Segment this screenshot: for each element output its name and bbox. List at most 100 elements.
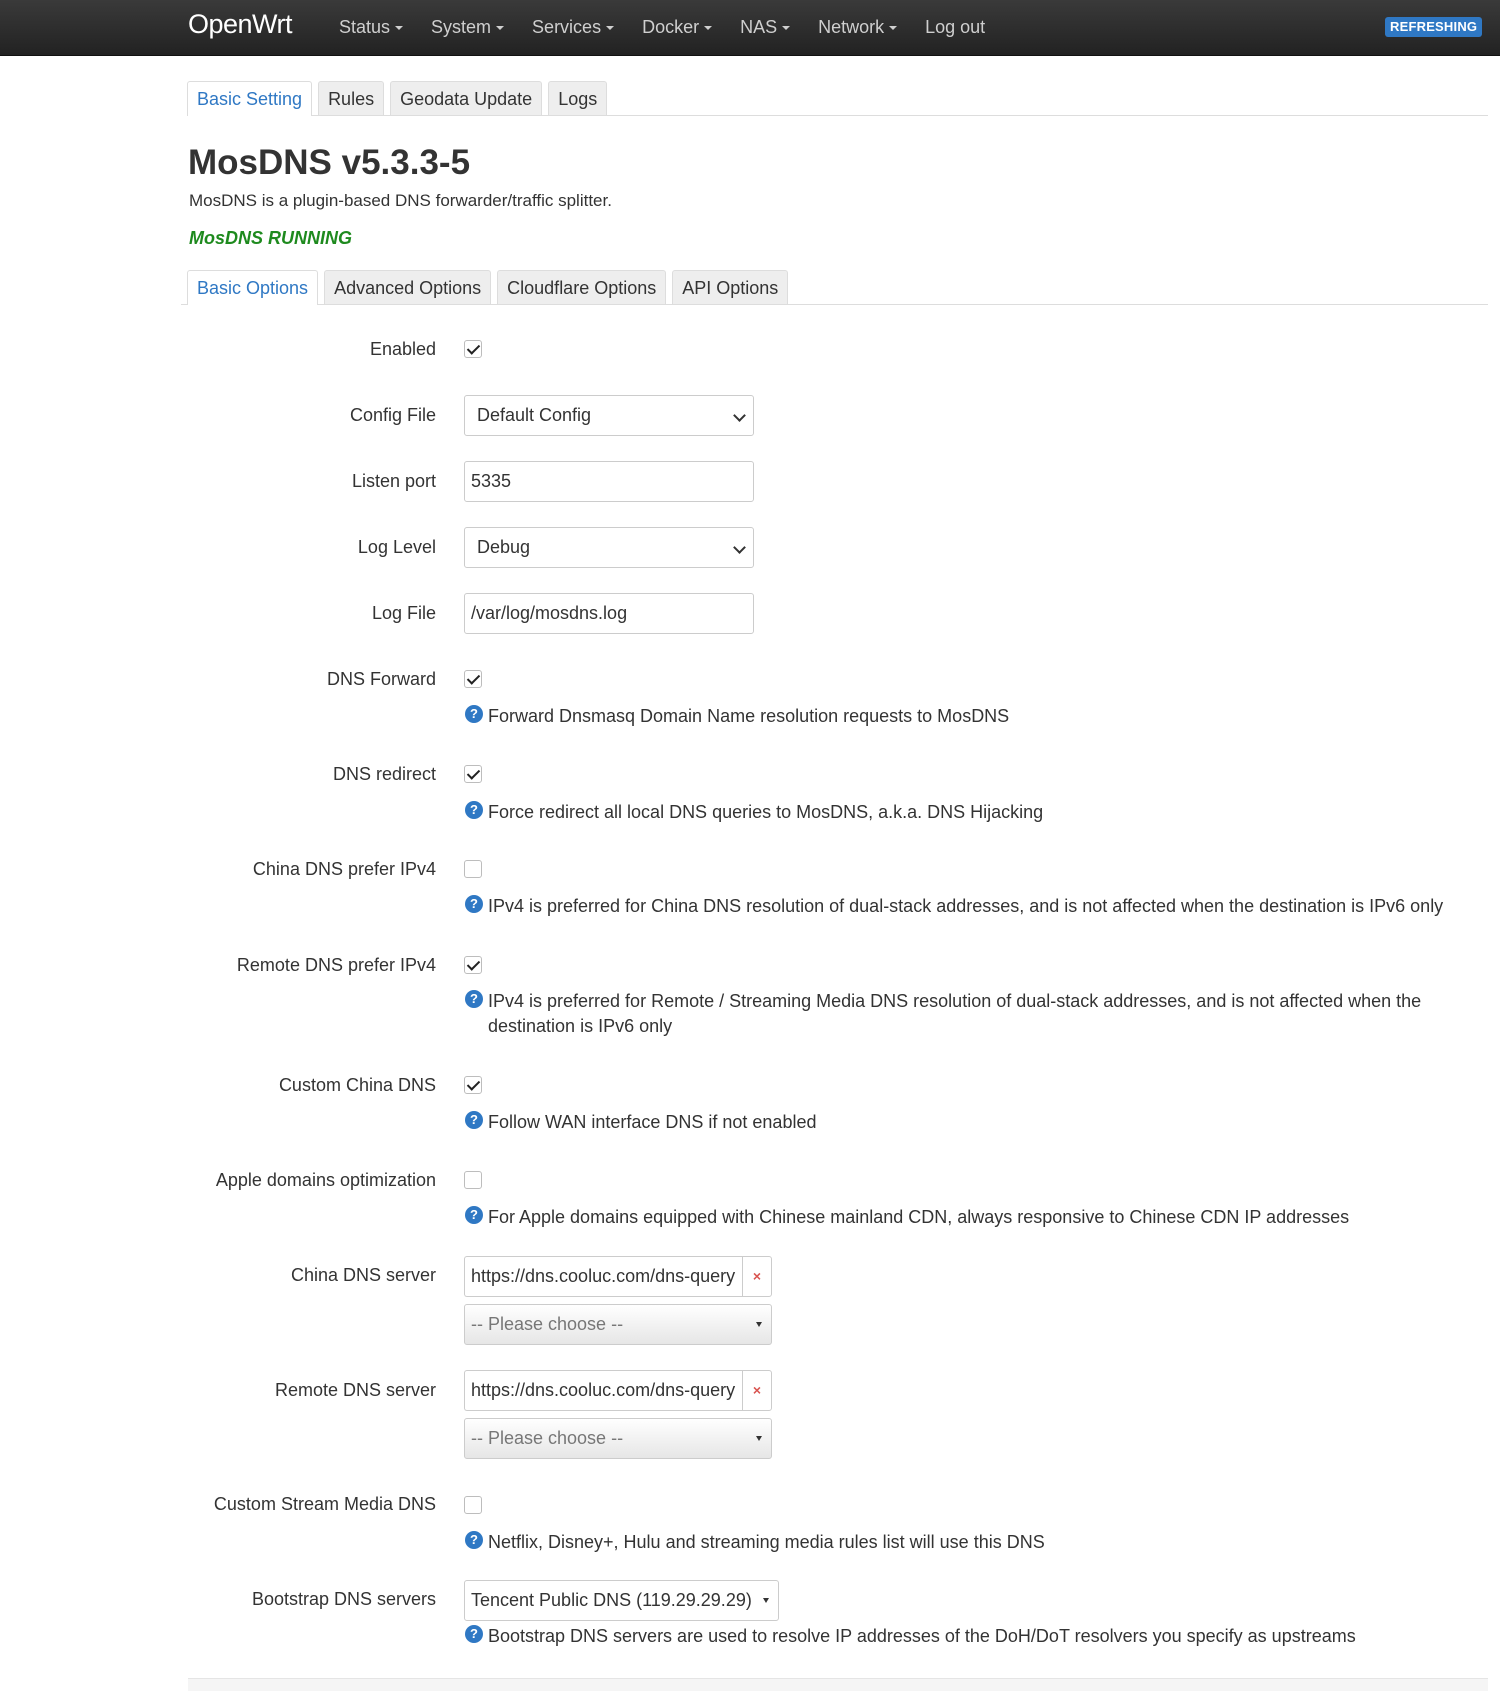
dns-redirect-help: ? Force redirect all local DNS queries t… [465,800,1465,825]
stream-dns-label: Custom Stream Media DNS [213,1494,436,1514]
caret-down-icon [395,26,404,31]
bootstrap-dns-help-text: Bootstrap DNS servers are used to resolv… [488,1626,1356,1646]
remote-dns-server-label: Remote DNS server [274,1380,436,1400]
apple-opt-help: ? For Apple domains equipped with Chines… [465,1205,1465,1230]
caret-down-icon [704,26,713,31]
dns-forward-help-text: Forward Dnsmasq Domain Name resolution r… [488,706,1010,726]
dns-forward-help: ? Forward Dnsmasq Domain Name resolution… [465,704,1465,729]
top-tabs: Basic Setting Rules Geodata Update Logs [187,81,1488,116]
custom-china-dns-help-text: Follow WAN interface DNS if not enabled [488,1112,817,1132]
china-dns-remove-button[interactable]: × [742,1256,772,1297]
china-ipv4-checkbox[interactable] [464,860,482,878]
brand-logo[interactable]: OpenWrt [188,9,293,40]
remote-dns-remove-button[interactable]: × [742,1370,772,1411]
help-icon: ? [465,801,483,819]
apple-opt-help-text: For Apple domains equipped with Chinese … [488,1207,1350,1227]
menu-docker-label: Docker [642,17,700,37]
config-file-label: Config File [349,405,436,425]
log-level-value: Debug [477,537,531,557]
menu-system[interactable]: System [431,0,505,55]
china-dns-server-label: China DNS server [290,1265,436,1285]
remote-ipv4-help-text: IPv4 is preferred for Remote / Streaming… [488,991,1422,1036]
caret-down-icon [606,26,615,31]
custom-china-dns-label: Custom China DNS [278,1075,436,1095]
menu-nas[interactable]: NAS [740,0,791,55]
menu-services[interactable]: Services [532,0,615,55]
top-navbar: OpenWrt Status System Services Docker NA… [0,0,1500,56]
menu-network[interactable]: Network [818,0,898,55]
menu-network-label: Network [818,17,885,37]
remote-ipv4-checkbox[interactable] [464,956,482,974]
remote-ipv4-label: Remote DNS prefer IPv4 [236,955,436,975]
help-icon: ? [465,1625,483,1643]
help-icon: ? [465,705,483,723]
config-file-select[interactable]: Default Config [464,395,754,436]
options-tabs: Basic Options Advanced Options Cloudflar… [181,270,1488,305]
china-dns-choose-label: -- Please choose -- [471,1314,624,1334]
dns-forward-label: DNS Forward [326,669,436,689]
log-level-select[interactable]: Debug [464,527,754,568]
menu-status-label: Status [339,17,391,37]
help-icon: ? [465,1111,483,1129]
form-footer [188,1678,1488,1691]
menu-status[interactable]: Status [339,0,404,55]
help-icon: ? [465,1206,483,1224]
chevron-down-icon [733,409,746,422]
enabled-checkbox[interactable] [464,340,482,358]
dns-redirect-help-text: Force redirect all local DNS queries to … [488,802,1044,822]
page-title: MosDNS v5.3.3-5 [188,143,471,182]
tab-basic-options[interactable]: Basic Options [187,270,319,305]
bootstrap-dns-dropdown[interactable]: Tencent Public DNS (119.29.29.29) [464,1580,779,1621]
dns-redirect-checkbox[interactable] [464,765,482,783]
stream-dns-help: ? Netflix, Disney+, Hulu and streaming m… [465,1530,1465,1555]
tab-basic-setting[interactable]: Basic Setting [187,81,313,116]
remote-dns-choose-dropdown[interactable]: -- Please choose -- [464,1418,772,1459]
main-menu: Status System Services Docker NAS Networ… [339,0,1013,55]
stream-dns-help-text: Netflix, Disney+, Hulu and streaming med… [488,1532,1045,1552]
tab-cloudflare-options[interactable]: Cloudflare Options [497,270,667,304]
china-dns-server-value[interactable]: https://dns.cooluc.com/dns-query [464,1256,742,1297]
tab-geodata-update[interactable]: Geodata Update [390,81,543,115]
dns-redirect-label: DNS redirect [332,764,436,784]
caret-down-icon [782,26,791,31]
tab-api-options[interactable]: API Options [672,270,789,304]
menu-services-label: Services [532,17,602,37]
apple-opt-label: Apple domains optimization [215,1170,436,1190]
china-dns-choose-dropdown[interactable]: -- Please choose -- [464,1304,772,1345]
menu-logout[interactable]: Log out [925,0,985,55]
listen-port-input[interactable]: 5335 [464,461,754,502]
custom-china-dns-checkbox[interactable] [464,1076,482,1094]
caret-down-icon [889,26,898,31]
remote-dns-choose-label: -- Please choose -- [471,1428,624,1448]
apple-opt-checkbox[interactable] [464,1171,482,1189]
bootstrap-dns-value: Tencent Public DNS (119.29.29.29) [471,1590,752,1610]
china-ipv4-label: China DNS prefer IPv4 [252,859,436,879]
page-description: MosDNS is a plugin-based DNS forwarder/t… [189,191,612,210]
listen-port-label: Listen port [351,471,436,491]
tab-logs[interactable]: Logs [548,81,608,115]
remote-dns-server-value[interactable]: https://dns.cooluc.com/dns-query [464,1370,742,1411]
menu-system-label: System [431,17,492,37]
china-ipv4-help-text: IPv4 is preferred for China DNS resoluti… [488,896,1444,916]
chevron-down-icon [733,541,746,554]
tab-advanced-options[interactable]: Advanced Options [324,270,492,304]
config-file-value: Default Config [477,405,592,425]
log-file-label: Log File [371,603,436,623]
menu-nas-label: NAS [740,17,778,37]
help-icon: ? [465,1531,483,1549]
stream-dns-checkbox[interactable] [464,1496,482,1514]
log-file-input[interactable]: /var/log/mosdns.log [464,593,754,634]
menu-docker[interactable]: Docker [642,0,713,55]
triangle-down-icon [756,1322,762,1327]
triangle-down-icon [756,1436,762,1441]
caret-down-icon [496,26,505,31]
help-icon: ? [465,990,483,1008]
service-status: MosDNS RUNNING [189,228,353,248]
dns-forward-checkbox[interactable] [464,670,482,688]
refreshing-badge[interactable]: REFRESHING [1385,17,1483,37]
bootstrap-dns-help: ? Bootstrap DNS servers are used to reso… [465,1624,1465,1649]
triangle-down-icon [763,1598,769,1603]
tab-rules[interactable]: Rules [318,81,385,115]
remote-ipv4-help: ? IPv4 is preferred for Remote / Streami… [465,989,1425,1039]
enabled-label: Enabled [369,339,436,359]
